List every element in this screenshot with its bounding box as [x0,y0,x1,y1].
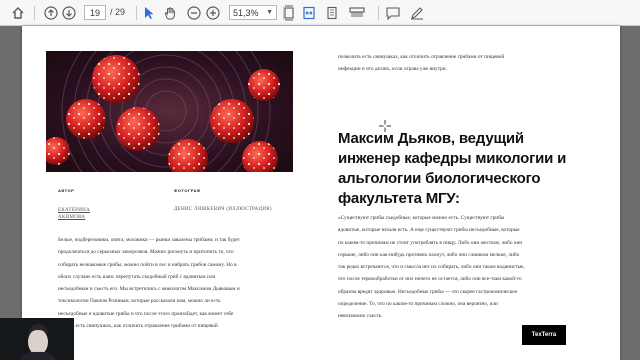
author-label: АВТОР [58,188,75,193]
paragraph-line: «Существуют грибы съедобные, которые мож… [338,215,505,221]
fit-width-icon[interactable] [301,4,317,22]
toolbar-divider [34,6,35,20]
mushroom-illustration [46,51,293,172]
fit-page-icon[interactable] [281,4,297,22]
zoom-level-select[interactable]: 51,3% ▼ [229,5,277,20]
paragraph-line: так редко встречаются, что и смысла нет … [338,264,525,271]
section-heading: Максим Дьяков, ведущий инженер кафедры м… [338,130,567,207]
zoom-dropdown-icon[interactable]: ▼ [266,9,273,16]
author-name-line1[interactable]: ЕКАТЕРИНА [58,207,90,214]
pdf-toolbar: 19 / 29 51,3% ▼ [0,0,640,26]
comment-icon[interactable] [384,4,402,22]
paragraph-line: невозможно съесть. [338,313,383,320]
paragraph-line: собирать незнакомые грибы, можно пойти в… [58,261,237,268]
paragraph-line: токсикологом Павлом Розиным, которые рас… [58,298,221,305]
paragraph-line: по каким-то причинам не стоит употреблят… [338,239,523,246]
photographer-label: ФОТОГРАФ [174,188,201,193]
intro-paragraph: Белые, подберезовики, опята, моховики — … [58,234,308,332]
fit-page-height-icon[interactable] [324,4,340,22]
toolbar-divider [136,6,137,20]
paragraph-line: что после термообработки от них ничего н… [338,276,522,283]
paragraph-line: определение. То, что по каким-то причина… [338,301,498,308]
zoom-in-icon[interactable] [205,4,221,22]
pdf-page: АВТОР ЕКАТЕРИНА АКИМОВА ФОТОГРАФ ДЕНИС Л… [22,26,620,360]
paragraph-line: образом вредят здоровью. Несъедобные гри… [338,288,518,295]
author-name-line2[interactable]: АКИМОВА [58,214,85,221]
page-number-input[interactable]: 19 [84,5,106,20]
quote-paragraph: «Существуют грибы съедобные, которые мож… [338,212,590,323]
viewer-left-gutter [0,26,22,360]
viewer-right-gutter [620,26,640,360]
paragraph-line: обоих случаях есть шанс перепутать съедо… [58,273,216,280]
webcam-overlay [0,318,74,360]
paragraph-line: позволить есть свинушках, как отличить о… [338,54,505,60]
paragraph-line: несъедобные и ядовитые грибы и что после… [58,310,234,317]
paragraph-line: помочь есть свинушках, как отличить отра… [58,323,218,330]
hand-tool-icon[interactable] [162,4,178,22]
toolbar-divider [378,6,379,20]
photographer-name: ДЕНИС ЛЯШКЕВИЧ (ИЛЛЮСТРАЦИЯ) [174,207,272,212]
page-up-icon[interactable] [43,4,59,22]
paragraph-line: ядовитые, которые нельзя есть. А еще сущ… [338,227,520,234]
texterra-logo: TexTerra [522,325,566,345]
logo-text: TexTerra [531,332,557,338]
zoom-level-value: 51,3% [233,7,259,18]
paragraph-line: Белые, подберезовики, опята, моховики — … [58,237,240,243]
pen-icon[interactable] [408,4,426,22]
continued-paragraph: позволить есть свинушках, как отличить о… [338,51,588,76]
paragraph-line: горькие, либо они как-нибудь противно па… [338,251,520,258]
zoom-out-icon[interactable] [186,4,202,22]
paragraph-line: несъедобным и съесть его. Мы встретились… [58,286,240,293]
crosshair-cursor-icon [379,117,391,136]
print-icon[interactable] [348,4,366,22]
select-arrow-icon[interactable] [142,4,156,22]
page-down-icon[interactable] [61,4,77,22]
paragraph-line: продолжаться до серьезных заморозков. Мо… [58,249,234,256]
paragraph-line: инфекции и что делать, если отрава уже в… [338,66,447,73]
home-icon[interactable] [8,4,28,22]
page-total-label: / 29 [110,7,126,17]
